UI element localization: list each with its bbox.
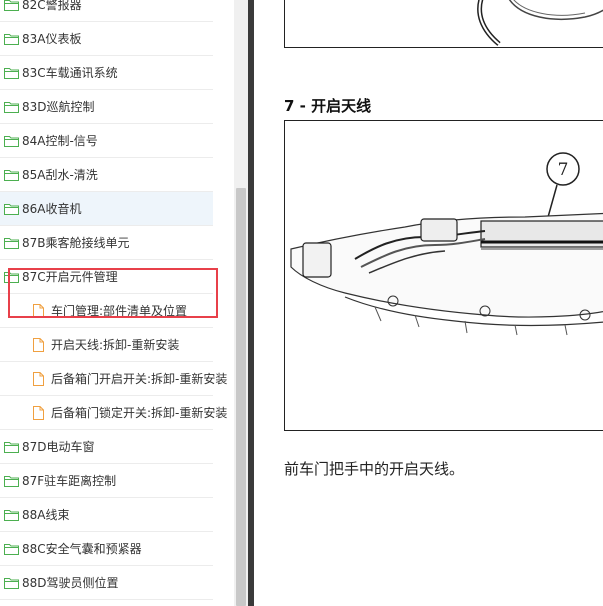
tree-item-folder[interactable]: 87F驻车距离控制: [0, 464, 213, 498]
tree-item-label: 83A仪表板: [22, 32, 82, 46]
tree-item-label: 88C安全气囊和预紧器: [22, 542, 142, 556]
tree-item-label: 86A收音机: [22, 202, 82, 216]
folder-icon: [4, 577, 19, 589]
tree-item-label: 后备箱门开启开关:拆卸-重新安装: [51, 372, 228, 386]
scrollbar-thumb[interactable]: [236, 188, 246, 606]
tree-item-document[interactable]: 后备箱门开启开关:拆卸-重新安装: [0, 362, 227, 396]
tree-item-label: 87C开启元件管理: [22, 270, 118, 284]
folder-icon: [4, 237, 19, 249]
folder-icon: [4, 271, 19, 283]
callout-number: 7: [558, 160, 569, 180]
tree-item-label: 车门管理:部件清单及位置: [51, 304, 188, 318]
antenna-illustration: 7: [290, 152, 603, 336]
folder-icon: [4, 169, 19, 181]
document-icon: [33, 371, 44, 386]
tree-item-folder[interactable]: 85A刮水-清洗: [0, 158, 213, 192]
tree-item-folder[interactable]: 87D电动车窗: [0, 430, 213, 464]
tree-item-label: 开启天线:拆卸-重新安装: [51, 338, 180, 352]
document-icon: [33, 303, 44, 318]
tree-item-label: 87B乘客舱接线单元: [22, 236, 130, 250]
tree-item-document[interactable]: 车门管理:部件清单及位置: [0, 294, 213, 328]
tree-item-folder[interactable]: 83C车载通讯系统: [0, 56, 213, 90]
section-heading: 7 - 开启天线: [284, 97, 372, 115]
tree-item-label: 后备箱门锁定开关:拆卸-重新安装: [51, 406, 228, 420]
figure-previous: [284, 0, 603, 48]
document-icon: [33, 405, 44, 420]
tree-item-folder[interactable]: 87C开启元件管理: [0, 260, 213, 294]
folder-icon: [4, 509, 19, 521]
sidebar-tree: 82C警报器 83A仪表板 83C车载通讯系统 83D巡航控制 84A控制-信号 85A刮…: [0, 0, 234, 606]
tree-item-folder[interactable]: 88A线束: [0, 498, 213, 532]
tree-item-label: 84A控制-信号: [22, 134, 98, 148]
tree-item-folder[interactable]: 82C警报器: [0, 0, 213, 22]
folder-icon: [4, 0, 19, 11]
tree-item-label: 83C车载通讯系统: [22, 66, 118, 80]
folder-icon: [4, 67, 19, 79]
folder-icon: [4, 543, 19, 555]
tree-item-folder[interactable]: 83D巡航控制: [0, 90, 213, 124]
document-view: 7 - 开启天线 7 前车门把手中的开启天线。: [254, 0, 603, 606]
tree-item-folder[interactable]: 88C安全气囊和预紧器: [0, 532, 213, 566]
tree-item-label: 88A线束: [22, 508, 70, 522]
folder-icon: [4, 441, 19, 453]
tree-item-folder[interactable]: 83A仪表板: [0, 22, 213, 56]
figure-caption: 前车门把手中的开启天线。: [284, 460, 465, 478]
document-icon: [33, 337, 44, 352]
folder-icon: [4, 203, 19, 215]
folder-icon: [4, 33, 19, 45]
figure-previous-illustration: [477, 0, 603, 46]
folder-icon: [4, 475, 19, 487]
tree-item-folder[interactable]: 87B乘客舱接线单元: [0, 226, 213, 260]
tree-item-document[interactable]: 开启天线:拆卸-重新安装: [0, 328, 213, 362]
tree-item-label: 88D驾驶员侧位置: [22, 576, 119, 590]
sidebar-scrollbar[interactable]: [234, 0, 248, 606]
tree-item-label: 83D巡航控制: [22, 100, 95, 114]
tree-item-folder[interactable]: 84A控制-信号: [0, 124, 213, 158]
folder-icon: [4, 101, 19, 113]
tree-item-folder[interactable]: 88D驾驶员侧位置: [0, 566, 213, 600]
tree-item-folder[interactable]: 86A收音机: [0, 192, 213, 226]
tree-item-label: 87D电动车窗: [22, 440, 95, 454]
tree-item-label: 85A刮水-清洗: [22, 168, 98, 182]
folder-icon: [4, 135, 19, 147]
tree-item-label: 87F驻车距离控制: [22, 474, 117, 488]
figure-antenna: 7: [284, 120, 603, 431]
tree-item-label: 82C警报器: [22, 0, 82, 12]
tree-item-document[interactable]: 后备箱门锁定开关:拆卸-重新安装: [0, 396, 227, 430]
